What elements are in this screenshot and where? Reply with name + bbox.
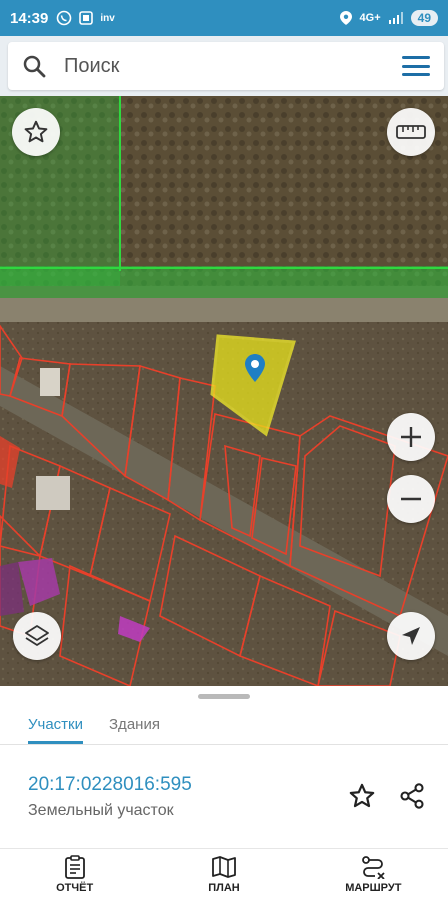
screenshot-icon (79, 11, 94, 25)
parcel-sheet: Участки Здания 20:17:0228016:595 Земельн… (0, 686, 448, 848)
nav-report[interactable]: ОТЧЁТ (0, 849, 149, 900)
nav-route-label: МАРШРУТ (345, 882, 402, 894)
nav-plan-label: ПЛАН (208, 882, 240, 894)
notification-icons: inv (56, 10, 115, 26)
share-icon (400, 783, 424, 809)
search-input[interactable]: Поиск (64, 55, 402, 78)
layers-icon (25, 625, 49, 646)
satellite-map[interactable] (0, 96, 448, 686)
sheet-tabs: Участки Здания (0, 704, 448, 744)
nav-report-label: ОТЧЁТ (56, 882, 94, 894)
favorites-button[interactable] (12, 108, 60, 156)
signal-icon (388, 12, 403, 24)
my-location-button[interactable] (387, 612, 435, 660)
cadastral-number[interactable]: 20:17:0228016:595 (28, 774, 192, 796)
zoom-out-button[interactable] (387, 475, 435, 523)
parcel-type: Земельный участок (28, 802, 174, 819)
navigation-arrow-icon (402, 627, 420, 645)
network-type: 4G+ (359, 12, 381, 24)
nav-route[interactable]: МАРШРУТ (299, 849, 448, 900)
search-icon[interactable] (22, 54, 46, 78)
sheet-divider (0, 744, 448, 745)
nav-plan[interactable]: ПЛАН (149, 849, 298, 900)
route-icon (362, 856, 385, 879)
tab-buildings[interactable]: Здания (109, 704, 160, 744)
star-icon (349, 783, 375, 808)
status-time: 14:39 (10, 9, 49, 27)
tab-parcels[interactable]: Участки (28, 704, 83, 744)
search-bar[interactable]: Поиск (8, 42, 444, 90)
sheet-drag-handle[interactable] (198, 694, 250, 699)
bottom-navigation: ОТЧЁТ ПЛАН МАРШРУТ (0, 848, 448, 900)
whatsapp-icon (57, 10, 72, 26)
status-bar: 14:39 inv 4G+ 49 (0, 0, 448, 36)
inv-icon: inv (100, 12, 115, 24)
map-icon (212, 856, 236, 878)
map-view[interactable] (0, 96, 448, 686)
plus-icon (401, 427, 421, 447)
ruler-button[interactable] (387, 108, 435, 156)
location-pin-icon[interactable] (245, 354, 265, 382)
location-icon (339, 11, 352, 25)
report-icon (64, 855, 85, 879)
ruler-icon (396, 125, 426, 139)
star-icon (24, 120, 48, 143)
share-button[interactable] (396, 780, 428, 812)
search-area: Поиск (0, 36, 448, 96)
favorite-parcel-button[interactable] (346, 780, 378, 812)
battery-indicator: 49 (410, 10, 438, 26)
minus-icon (401, 497, 421, 501)
menu-icon[interactable] (402, 56, 430, 76)
status-right: 4G+ 49 (339, 10, 438, 26)
zoom-in-button[interactable] (387, 413, 435, 461)
layers-button[interactable] (13, 612, 61, 660)
